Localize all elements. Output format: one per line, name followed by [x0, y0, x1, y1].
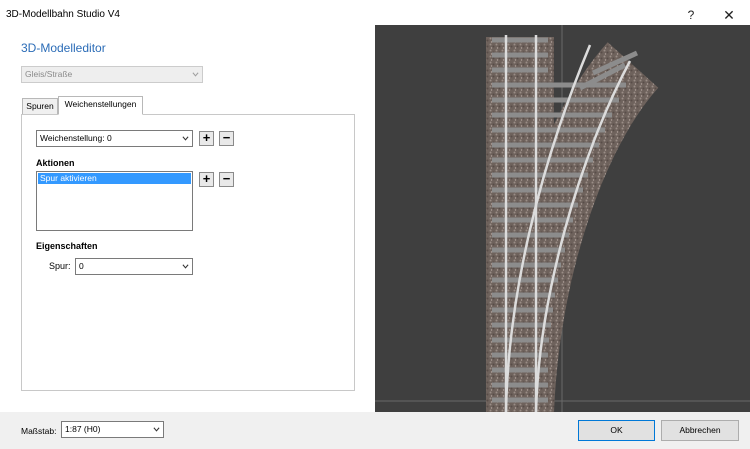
footer-bar: Maßstab: 1:87 (H0) OK Abbrechen: [0, 412, 750, 449]
tab-weichenstellungen[interactable]: Weichenstellungen: [58, 96, 143, 115]
massstab-select[interactable]: 1:87 (H0): [61, 421, 164, 438]
track-switch-model: [375, 25, 750, 412]
type-select[interactable]: Gleis/Straße: [21, 66, 203, 83]
cancel-button[interactable]: Abbrechen: [661, 420, 739, 441]
tab-spuren[interactable]: Spuren: [22, 98, 58, 115]
chevron-down-icon: [182, 136, 189, 141]
chevron-down-icon: [192, 72, 199, 77]
ok-button[interactable]: OK: [578, 420, 655, 441]
spur-label: Spur:: [49, 261, 71, 271]
3d-viewport[interactable]: [375, 25, 750, 412]
aktionen-label: Aktionen: [36, 158, 75, 168]
massstab-select-value: 1:87 (H0): [65, 424, 101, 434]
massstab-label: Maßstab:: [21, 426, 57, 436]
remove-weichenstellung-button[interactable]: −: [219, 131, 234, 146]
help-button[interactable]: ?: [674, 4, 708, 26]
close-button[interactable]: ✕: [712, 4, 746, 26]
type-select-value: Gleis/Straße: [25, 69, 73, 79]
remove-aktion-button[interactable]: −: [219, 172, 234, 187]
weichenstellung-select[interactable]: Weichenstellung: 0: [36, 130, 193, 147]
weichenstellung-select-value: Weichenstellung: 0: [40, 133, 112, 143]
aktionen-list[interactable]: Spur aktivieren: [36, 171, 193, 231]
chevron-down-icon: [153, 427, 160, 432]
add-aktion-button[interactable]: +: [199, 172, 214, 187]
spur-select[interactable]: 0: [75, 258, 193, 275]
spur-select-value: 0: [79, 261, 84, 271]
add-weichenstellung-button[interactable]: +: [199, 131, 214, 146]
window-title: 3D-Modellbahn Studio V4: [6, 9, 120, 20]
editor-panel: 3D-Modelleditor Gleis/Straße Spuren Weic…: [0, 30, 375, 412]
eigenschaften-label: Eigenschaften: [36, 241, 98, 251]
tab-panel-weichenstellungen: Weichenstellung: 0 + − Aktionen Spur akt…: [21, 114, 355, 391]
editor-title: 3D-Modelleditor: [21, 41, 106, 55]
list-item[interactable]: Spur aktivieren: [38, 173, 191, 184]
chevron-down-icon: [182, 264, 189, 269]
